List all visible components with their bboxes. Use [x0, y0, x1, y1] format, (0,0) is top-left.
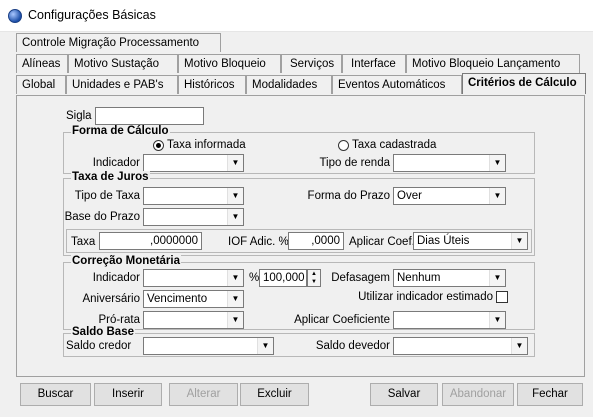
fechar-button[interactable]: Fechar — [517, 383, 583, 406]
forma-calculo-title: Forma de Cálculo — [71, 125, 170, 137]
indicador-combo[interactable]: ▼ — [143, 154, 244, 172]
tipo-taxa-label: Tipo de Taxa — [74, 190, 140, 202]
base-prazo-combo[interactable]: ▼ — [143, 208, 244, 226]
sigla-input[interactable] — [95, 107, 204, 125]
chevron-down-icon[interactable]: ▼ — [257, 338, 273, 354]
tab-global[interactable]: Global — [16, 75, 66, 94]
aplicar-coeficiente-label: Aplicar Coeficiente — [294, 314, 390, 326]
percent-spinner[interactable]: ▲ ▼ — [307, 269, 321, 287]
chevron-down-icon[interactable]: ▼ — [227, 155, 243, 171]
tab-modalidades[interactable]: Modalidades — [246, 75, 332, 94]
saldo-base-title: Saldo Base — [71, 326, 135, 338]
tab-motivo-bloqueio[interactable]: Motivo Bloqueio — [178, 54, 281, 73]
spin-down-icon[interactable]: ▼ — [308, 278, 320, 286]
aplicar-coef-combo-value: Dias Úteis — [417, 235, 470, 247]
taxa-juros-title: Taxa de Juros — [71, 171, 150, 183]
saldo-credor-label: Saldo credor — [66, 340, 132, 352]
tipo-renda-label: Tipo de renda — [319, 157, 390, 169]
tab-motivo-sustacao[interactable]: Motivo Sustação — [68, 54, 178, 73]
radio-taxa-cadastrada[interactable] — [338, 140, 349, 151]
chevron-down-icon[interactable]: ▼ — [511, 233, 527, 249]
utilizar-estimado-label: Utilizar indicador estimado — [358, 291, 493, 303]
correcao-title: Correção Monetária — [71, 255, 182, 267]
chevron-down-icon[interactable]: ▼ — [489, 270, 505, 286]
chevron-down-icon[interactable]: ▼ — [227, 270, 243, 286]
chevron-down-icon[interactable]: ▼ — [489, 188, 505, 204]
radio-taxa-informada-label[interactable]: Taxa informada — [167, 139, 246, 151]
chevron-down-icon[interactable]: ▼ — [489, 312, 505, 328]
chevron-down-icon[interactable]: ▼ — [489, 155, 505, 171]
forma-prazo-label: Forma do Prazo — [307, 190, 390, 202]
defasagem-combo[interactable]: Nenhum ▼ — [393, 269, 506, 287]
taxa-label: Taxa — [71, 236, 96, 248]
chevron-down-icon[interactable]: ▼ — [227, 291, 243, 307]
chevron-down-icon[interactable]: ▼ — [511, 338, 527, 354]
correcao-indicador-label: Indicador — [92, 272, 140, 284]
aplicar-coeficiente-combo[interactable]: ▼ — [393, 311, 506, 329]
spin-up-icon[interactable]: ▲ — [308, 270, 320, 278]
defasagem-combo-value: Nenhum — [397, 272, 441, 284]
tipo-renda-combo[interactable]: ▼ — [393, 154, 506, 172]
indicador-label: Indicador — [92, 157, 140, 169]
radio-taxa-cadastrada-label[interactable]: Taxa cadastrada — [352, 139, 436, 151]
tipo-taxa-combo[interactable]: ▼ — [143, 187, 244, 205]
tab-eventos-automaticos[interactable]: Eventos Automáticos — [332, 75, 462, 94]
abandonar-button[interactable]: Abandonar — [442, 383, 514, 406]
alterar-button[interactable]: Alterar — [169, 383, 238, 406]
salvar-button[interactable]: Salvar — [370, 383, 438, 406]
iof-label: IOF Adic. % — [228, 236, 289, 248]
base-prazo-label: Base do Prazo — [64, 211, 140, 223]
percent-input[interactable]: 100,000 — [259, 269, 307, 287]
tab-controle-migracao[interactable]: Controle Migração Processamento — [16, 33, 221, 52]
pro-rata-label: Pró-rata — [98, 314, 140, 326]
aplicar-coef-label: Aplicar Coef. — [349, 236, 415, 248]
tab-criterios-calculo[interactable]: Critérios de Cálculo — [462, 73, 586, 94]
saldo-devedor-label: Saldo devedor — [315, 340, 390, 352]
taxa-input[interactable]: ,0000000 — [99, 232, 202, 250]
aniversario-combo-value: Vencimento — [147, 293, 208, 305]
tab-motivo-bloqueio-lancamento[interactable]: Motivo Bloqueio Lançamento — [406, 54, 580, 73]
chevron-down-icon[interactable]: ▼ — [227, 312, 243, 328]
saldo-devedor-combo[interactable]: ▼ — [393, 337, 528, 355]
chevron-down-icon[interactable]: ▼ — [227, 188, 243, 204]
defasagem-label: Defasagem — [331, 272, 390, 284]
forma-prazo-combo[interactable]: Over ▼ — [393, 187, 506, 205]
aplicar-coef-combo[interactable]: Dias Úteis ▼ — [413, 232, 528, 250]
buscar-button[interactable]: Buscar — [20, 383, 91, 406]
inserir-button[interactable]: Inserir — [94, 383, 162, 406]
sigla-label: Sigla — [66, 110, 92, 122]
aniversario-combo[interactable]: Vencimento ▼ — [143, 290, 244, 308]
tab-servicos[interactable]: Serviços — [281, 54, 342, 73]
tab-alineas[interactable]: Alíneas — [16, 54, 68, 73]
aniversario-label: Aniversário — [82, 293, 140, 305]
window-title: Configurações Básicas — [28, 8, 156, 22]
correcao-indicador-combo[interactable]: ▼ — [143, 269, 244, 287]
saldo-credor-combo[interactable]: ▼ — [143, 337, 274, 355]
utilizar-estimado-checkbox[interactable] — [496, 291, 508, 303]
chevron-down-icon[interactable]: ▼ — [227, 209, 243, 225]
tab-interface[interactable]: Interface — [342, 54, 406, 73]
forma-prazo-combo-value: Over — [397, 190, 422, 202]
radio-taxa-informada[interactable] — [153, 140, 164, 151]
percent-label: % — [249, 272, 260, 284]
iof-input[interactable]: ,0000 — [288, 232, 344, 250]
excluir-button[interactable]: Excluir — [240, 383, 309, 406]
app-globe-icon — [8, 9, 22, 23]
tab-historicos[interactable]: Históricos — [178, 75, 246, 94]
pro-rata-combo[interactable]: ▼ — [143, 311, 244, 329]
tab-unidades-pabs[interactable]: Unidades e PAB's — [66, 75, 178, 94]
